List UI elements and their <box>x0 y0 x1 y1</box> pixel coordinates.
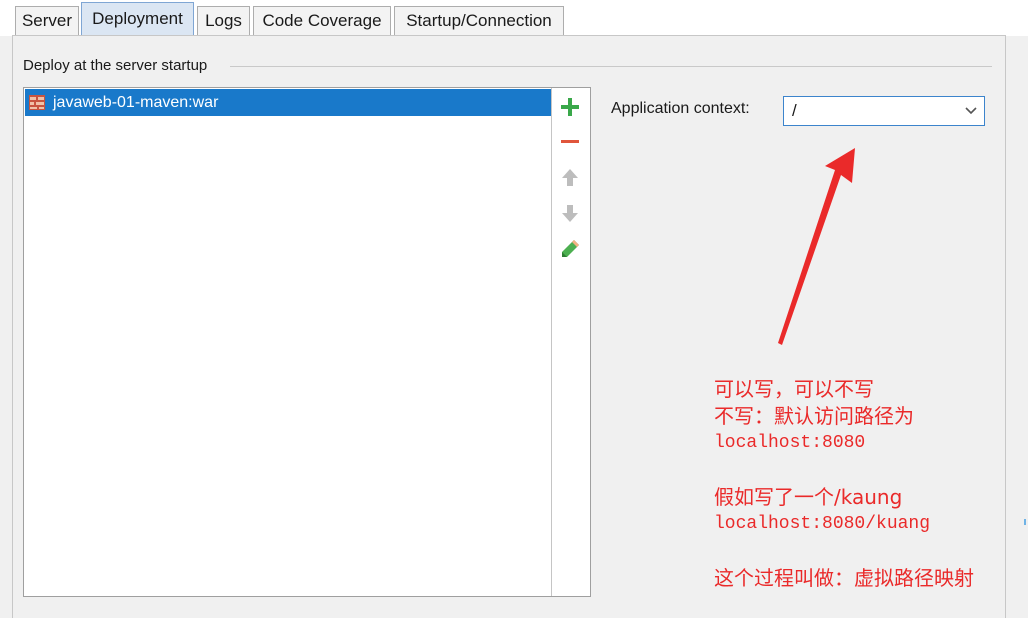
arrow-up-icon <box>562 169 578 186</box>
tab-code-coverage[interactable]: Code Coverage <box>253 6 391 36</box>
chevron-down-icon[interactable] <box>964 105 978 117</box>
pencil-icon <box>562 240 579 257</box>
edge-artifact <box>1024 519 1026 525</box>
annotation-line-3: localhost:8080 <box>714 433 866 453</box>
plus-icon <box>561 98 579 116</box>
application-context-label: Application context: <box>611 100 750 117</box>
annotation-line-6: 这个过程叫做：虚拟路径映射 <box>714 566 974 590</box>
annotation-line-5: localhost:8080/kuang <box>714 514 931 534</box>
tab-logs[interactable]: Logs <box>197 6 250 36</box>
add-button[interactable] <box>558 95 582 119</box>
tab-server[interactable]: Server <box>15 6 79 36</box>
move-up-button[interactable] <box>558 166 582 190</box>
run-config-tab-bar: Server Deployment Logs Code Coverage Sta… <box>0 0 1028 36</box>
annotation-note: 可以写，可以不写 不写：默认访问路径为 localhost:8080 假如写了一… <box>714 376 1014 592</box>
tab-deployment[interactable]: Deployment <box>81 2 194 36</box>
tab-startup-connection[interactable]: Startup/Connection <box>394 6 564 36</box>
annotation-line-4: 假如写了一个/kaung <box>714 485 903 509</box>
annotation-line-1: 可以写，可以不写 <box>714 377 874 401</box>
application-context-value: / <box>792 101 797 120</box>
group-divider <box>230 66 992 67</box>
list-toolbar-divider <box>551 88 552 596</box>
deploy-group-title: Deploy at the server startup <box>23 57 208 74</box>
artifact-list[interactable]: javaweb-01-maven:war <box>23 87 591 597</box>
annotation-line-2: 不写：默认访问路径为 <box>714 404 914 428</box>
artifact-label: javaweb-01-maven:war <box>53 94 219 111</box>
minus-icon <box>561 140 579 143</box>
artifact-row[interactable]: javaweb-01-maven:war <box>25 89 552 116</box>
war-artifact-icon <box>29 95 45 110</box>
arrow-down-icon <box>562 205 578 222</box>
remove-button[interactable] <box>558 130 582 154</box>
edit-button[interactable] <box>558 237 582 261</box>
application-context-combobox[interactable]: / <box>783 96 985 126</box>
move-down-button[interactable] <box>558 201 582 225</box>
